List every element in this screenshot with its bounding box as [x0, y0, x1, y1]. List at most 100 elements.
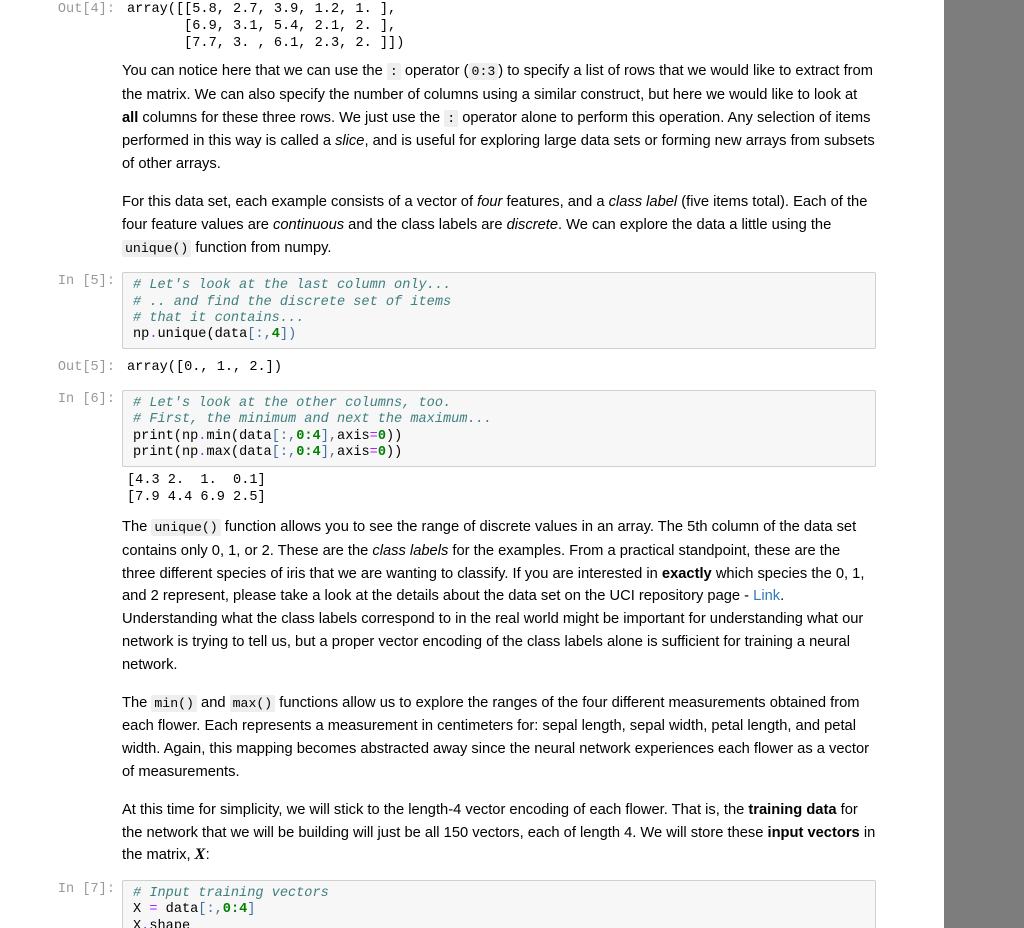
notebook-page: Out[4]: array([[5.8, 2.7, 3.9, 1.2, 1. ]… — [0, 0, 1024, 928]
md2-p1-italic-class-labels: class labels — [372, 542, 449, 559]
in7-cb: ] — [247, 902, 256, 918]
in6-max-arg: axis — [337, 444, 370, 460]
md2-paragraph-1: The unique() function allows you to see … — [122, 516, 876, 677]
in5-comment-3: # that it contains... — [133, 310, 305, 326]
prompt-in-7[interactable]: In [7]: — [0, 880, 122, 899]
in7-comment: # Input training vectors — [133, 886, 329, 902]
cell-input-6: In [6]: # Let's look at the other column… — [0, 390, 944, 467]
code-editor-7[interactable]: # Input training vectors X = data[:,0:4]… — [122, 880, 876, 928]
md1-p1-bold-all: all — [122, 109, 139, 126]
prompt-out-4: Out[4]: — [57, 2, 115, 17]
markdown-2-body: The unique() function allows you to see … — [122, 516, 944, 867]
prompt-in-6[interactable]: In [6]: — [0, 390, 122, 409]
in6-max-val: 0 — [377, 444, 387, 460]
md1-p2-italic-class-label: class label — [608, 193, 678, 210]
in7-var: X — [133, 902, 150, 918]
md2-p1-text-1: The — [122, 519, 152, 535]
cell-output-4: Out[4]: array([[5.8, 2.7, 3.9, 1.2, 1. ]… — [0, 0, 944, 53]
md1-p1-code-colon-2: : — [444, 109, 459, 127]
md1-p1-text-2: operator ( — [400, 63, 469, 79]
in7-eq: = — [149, 902, 158, 918]
md1-p2-italic-discrete: discrete — [506, 216, 559, 233]
in6-max-cb: ] — [320, 444, 329, 460]
md1-p2-italic-four: four — [477, 193, 503, 210]
input-7-body: # Input training vectors X = data[:,0:4]… — [122, 880, 944, 928]
cell-input-5: In [5]: # Let's look at the last column … — [0, 272, 944, 350]
in6-min-range: 0:4 — [296, 428, 321, 444]
in6-max-name: max(data — [206, 444, 272, 460]
markdown-1-body: You can notice here that we can use the … — [122, 60, 944, 260]
md2-paragraph-3: At this time for simplicity, we will sti… — [122, 799, 876, 867]
output-5-text: array([0., 1., 2.]) — [127, 360, 282, 376]
math-variable-x: X — [194, 846, 206, 864]
md2-p3-bold-training-data: training data — [748, 801, 837, 818]
in7-colon: :, — [206, 902, 223, 918]
cell-markdown-1: You can notice here that we can use the … — [0, 60, 944, 260]
markdown-1: You can notice here that we can use the … — [122, 60, 876, 260]
stdout-6-line-2: [7.9 4.4 6.9 2.5] — [127, 490, 266, 505]
input-5-body: # Let's look at the last column only... … — [122, 272, 944, 350]
prompt-in-5[interactable]: In [5]: — [0, 272, 122, 291]
notebook-container: Out[4]: array([[5.8, 2.7, 3.9, 1.2, 1. ]… — [0, 0, 944, 928]
md2-p3-bold-input-vectors: input vectors — [767, 824, 860, 841]
cell-input-7: In [7]: # Input training vectors X = dat… — [0, 880, 944, 928]
in7-shape-var: X — [133, 918, 142, 928]
md1-p1-code-range: 0:3 — [468, 63, 499, 80]
in6-min-print: print(np — [133, 428, 199, 444]
in6-min-cb: ] — [320, 428, 329, 444]
in5-close: ]) — [279, 326, 297, 342]
in6-max-close: )) — [386, 444, 403, 460]
md2-p2-code-max: max() — [229, 694, 276, 712]
md2-p3-text-4: : — [205, 847, 210, 864]
output-5-body: array([0., 1., 2.]) — [122, 358, 944, 377]
in6-max-colon: :, — [279, 444, 297, 460]
in6-min-arg: axis — [337, 428, 370, 444]
md2-p3-text-1: At this time for simplicity, we will sti… — [122, 801, 749, 818]
md2-p1-code-unique: unique() — [151, 519, 221, 536]
in5-dot: . — [149, 326, 158, 342]
prompt-out-5: Out[5]: — [57, 360, 115, 376]
stdout-6-text: [4.3 2. 1. 0.1] [7.9 4.4 6.9 2.5] — [122, 470, 944, 508]
in6-min-close: )) — [386, 428, 403, 444]
prompt-markdown-2 — [0, 516, 122, 535]
md1-p2-text-6: function from numpy. — [191, 239, 332, 256]
md1-p2-italic-continuous: continuous — [273, 216, 345, 233]
in6-min-ob: [ — [271, 428, 280, 444]
out4-line-2: [6.9, 3.1, 5.4, 2.1, 2. ], — [127, 19, 397, 34]
md1-p2-text-5: . We can explore the data a little using… — [558, 216, 832, 233]
cell-markdown-2: The unique() function allows you to see … — [0, 516, 944, 867]
md2-p2-text-1: The — [122, 694, 152, 711]
in5-slice: :, — [255, 326, 272, 342]
input-6-body: # Let's look at the other columns, too. … — [122, 390, 944, 467]
in6-min-val: 0 — [377, 428, 387, 444]
code-editor-5[interactable]: # Let's look at the last column only... … — [122, 272, 876, 350]
in6-code-max: print(np.max(data[:,0:4],axis=0)) — [133, 445, 402, 460]
prompt-stdout-6 — [0, 470, 122, 489]
in5-code-line: np.unique(data[:,4]) — [133, 327, 296, 342]
stdout-6-line-1: [4.3 2. 1. 0.1] — [127, 473, 266, 488]
md1-p2-text-2: features, and a — [502, 193, 609, 210]
in6-max-ob: [ — [271, 444, 280, 460]
output-4-body: array([[5.8, 2.7, 3.9, 1.2, 1. ], [6.9, … — [122, 0, 944, 53]
md1-paragraph-1: You can notice here that we can use the … — [122, 60, 876, 176]
in6-min-name: min(data — [206, 428, 272, 444]
in6-code-min: print(np.min(data[:,0:4],axis=0)) — [133, 429, 402, 444]
md1-p1-text-1: You can notice here that we can use the — [122, 63, 387, 79]
in6-max-print: print(np — [133, 444, 199, 460]
cell-stdout-6: [4.3 2. 1. 0.1] [7.9 4.4 6.9 2.5] — [0, 470, 944, 508]
md1-p1-code-colon-1: : — [386, 63, 401, 80]
md2-paragraph-2: The min() and max() functions allow us t… — [122, 692, 876, 784]
md2-p1-bold-exactly: exactly — [661, 565, 712, 582]
md1-p1-italic-slice: slice — [335, 133, 365, 150]
in5-comment-1: # Let's look at the last column only... — [133, 278, 452, 294]
in6-max-range: 0:4 — [296, 444, 321, 460]
code-editor-6[interactable]: # Let's look at the other columns, too. … — [122, 390, 876, 467]
in6-max-eq: = — [369, 444, 378, 460]
in5-index: 4 — [271, 326, 280, 342]
uci-repository-link[interactable]: Link — [753, 588, 780, 604]
markdown-2: The unique() function allows you to see … — [122, 516, 876, 867]
in7-code-shape: X.shape — [133, 919, 190, 928]
output-4-text: array([[5.8, 2.7, 3.9, 1.2, 1. ], [6.9, … — [122, 0, 944, 53]
md2-p2-text-2: and — [196, 694, 230, 711]
in6-min-comma: , — [328, 428, 338, 444]
